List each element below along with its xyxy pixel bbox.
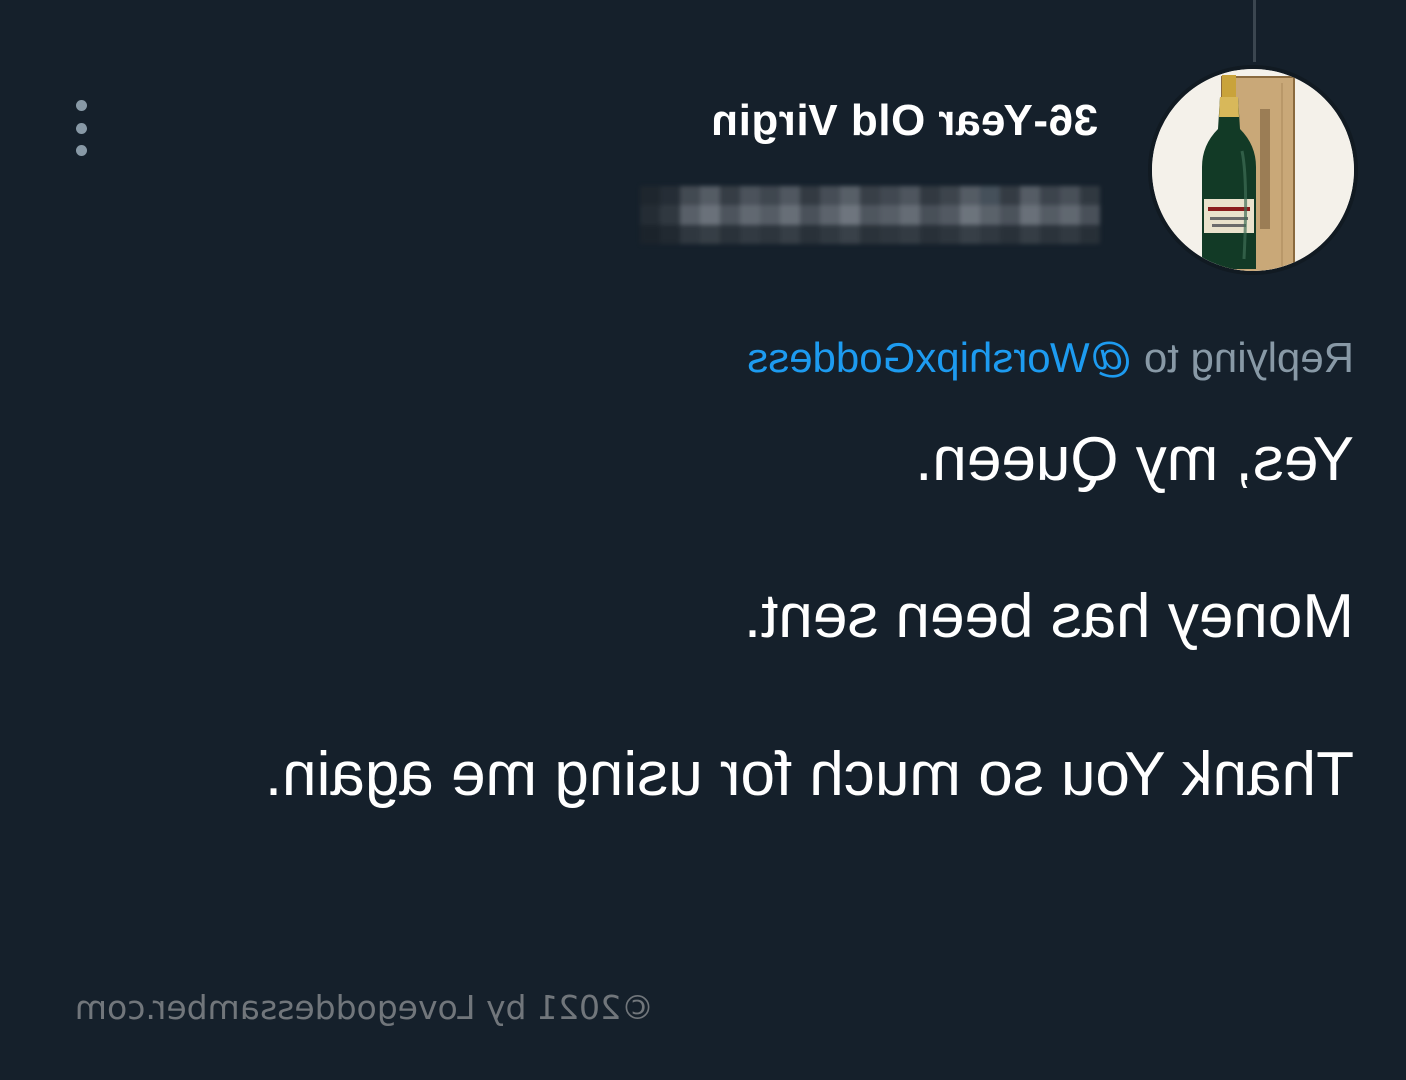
replying-to-label: Replying to (1143, 334, 1354, 381)
more-menu-dot (76, 100, 88, 111)
tweet-text: Yes, my Queen. Money has been sent. Than… (94, 424, 1354, 810)
reply-mention-link[interactable]: @WorshipxGoddess (747, 334, 1132, 381)
more-menu-dot (76, 122, 88, 134)
replying-to-line: Replying to @WorshipxGoddess (747, 334, 1354, 382)
tweet-paragraph: Yes, my Queen. (915, 425, 1354, 494)
author-handle-obscured (640, 186, 1100, 244)
more-menu-dot (76, 145, 88, 156)
author-display-name[interactable]: 36-Year Old Virgin (711, 96, 1098, 146)
tweet-paragraph: Money has been sent. (743, 582, 1354, 652)
avatar[interactable] (1148, 65, 1358, 275)
thread-connector-line (1253, 0, 1256, 62)
tweet-paragraph: Thank You so much for using me again. (264, 739, 1354, 809)
watermark: ©2021 by Lovegoddessamber.com (74, 988, 654, 1027)
more-vertical-icon[interactable] (74, 100, 90, 156)
tweet-screenshot: 36-Year Old Virgin Replying to @Worshipx… (0, 0, 1406, 1080)
champagne-bottle-icon (1148, 69, 1354, 275)
